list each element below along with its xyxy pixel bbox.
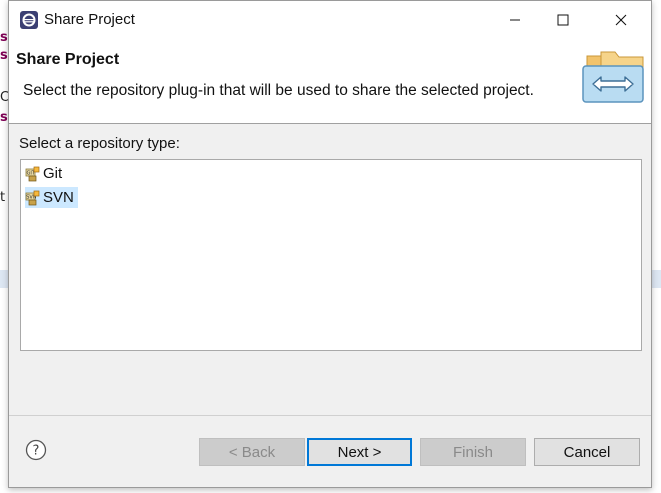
list-item-git[interactable]: GIT Git [25,163,66,184]
eclipse-icon [20,11,38,29]
share-project-dialog: Share Project Share Project Select the r… [8,0,652,488]
close-button[interactable] [598,1,644,38]
cancel-button[interactable]: Cancel [534,438,640,466]
svg-text:?: ? [33,444,40,459]
minimize-button[interactable] [492,1,538,38]
window-title: Share Project [44,11,135,28]
back-button[interactable]: < Back [199,438,305,466]
git-repository-icon: GIT [25,166,40,181]
background-editor [0,0,8,493]
title-bar[interactable]: Share Project [9,1,651,38]
svn-repository-icon: SVN [25,190,40,205]
list-item-svn[interactable]: SVN SVN [25,187,78,208]
next-button[interactable]: Next > [307,438,412,466]
footer-divider [9,415,651,416]
minimize-icon [510,19,520,20]
maximize-icon [557,14,569,25]
background-highlight-line [652,270,661,288]
background-text: t [0,190,6,205]
share-folders-icon [582,51,644,103]
close-icon [615,14,627,25]
help-icon[interactable]: ? [25,439,47,461]
wizard-header: Share Project Select the repository plug… [9,38,651,124]
background-text: s [0,30,8,45]
background-text: s [0,48,8,63]
background-text: s [0,110,8,125]
list-item-label: Git [43,165,63,182]
list-item-label: SVN [43,189,74,206]
finish-button[interactable]: Finish [420,438,526,466]
page-title: Share Project [16,51,120,68]
repository-type-list[interactable]: GIT Git SVN SVN [20,159,642,351]
background-highlight-line [0,270,8,288]
maximize-button[interactable] [540,1,586,38]
page-description: Select the repository plug-in that will … [23,82,534,99]
list-label: Select a repository type: [19,135,180,152]
